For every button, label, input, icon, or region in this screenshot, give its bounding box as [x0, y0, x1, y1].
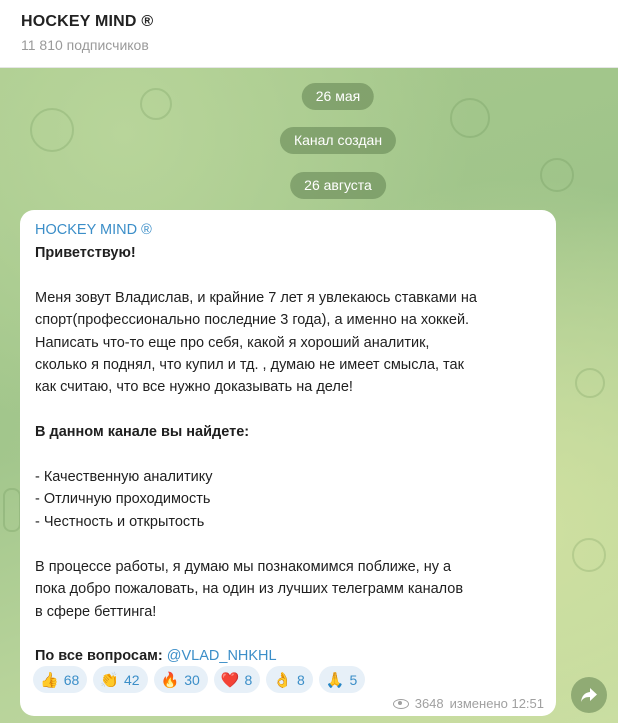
share-arrow-icon	[581, 688, 597, 702]
post-section-title: В данном канале вы найдете:	[35, 424, 250, 441]
post-list-item: - Честность и открытость	[35, 513, 205, 530]
ok-hand-icon: 👌	[273, 671, 292, 689]
clap-icon: 👏	[100, 671, 119, 689]
post-list-item: - Качественную аналитику	[35, 469, 213, 486]
post-greeting: Приветствую!	[35, 245, 136, 261]
post-spacer	[35, 264, 541, 286]
post-meta: 3648 изменено 12:51	[392, 696, 544, 711]
reaction-count: 68	[63, 671, 80, 688]
channel-created-pill: Канал создан	[279, 127, 397, 154]
post-text-line: Написать что-то еще про себя, какой я хо…	[35, 334, 430, 351]
post-text-line: спорт(профессионально последние 3 года),…	[35, 312, 470, 329]
post-text-line: В процессе работы, я думаю мы познакомим…	[35, 558, 452, 575]
share-button[interactable]	[571, 677, 607, 713]
channel-post-bubble[interactable]: HOCKEY MIND ® Приветствую! Меня зовут Вл…	[20, 210, 556, 716]
background-doodle	[30, 108, 74, 152]
post-sender[interactable]: HOCKEY MIND ®	[35, 222, 541, 238]
reaction-count: 30	[184, 671, 200, 688]
view-count: 3648	[414, 696, 444, 711]
channel-title[interactable]: HOCKEY MIND ®	[21, 13, 153, 31]
thumbs-up-icon: 👍	[40, 671, 59, 689]
heart-icon: ❤️	[220, 671, 240, 689]
post-spacer	[35, 533, 541, 555]
reaction-fire[interactable]: 🔥 30	[153, 666, 208, 693]
channel-header[interactable]: HOCKEY MIND ® 11 810 подписчиков	[0, 0, 618, 68]
reaction-clap[interactable]: 👏 42	[93, 666, 148, 693]
date-pill: 26 августа	[290, 172, 386, 199]
reactions-bar: 👍 68 👏 42 🔥 30 ❤️ 8 👌 8 🙏 5	[33, 666, 366, 693]
reaction-count: 42	[123, 671, 140, 688]
reaction-count: 5	[349, 671, 358, 688]
pray-icon: 🙏	[325, 671, 345, 689]
background-doodle	[540, 158, 574, 192]
fire-icon: 🔥	[160, 671, 180, 689]
post-contact-line: По все вопросам: @VLAD_NHKHL	[35, 645, 541, 667]
reaction-ok-hand[interactable]: 👌 8	[266, 666, 313, 693]
reaction-thumbs-up[interactable]: 👍 68	[33, 666, 88, 693]
background-doodle	[575, 368, 605, 398]
background-doodle	[572, 538, 606, 572]
post-spacer	[35, 399, 541, 421]
reaction-heart[interactable]: ❤️ 8	[213, 666, 261, 693]
post-text-line: сколько я поднял, что купил и тд. , дума…	[35, 357, 464, 374]
views-eye-icon	[392, 698, 409, 709]
contact-label: По все вопросам:	[35, 648, 163, 665]
post-text-line: в сфере беттинга!	[35, 603, 157, 620]
contact-mention-link[interactable]: @VLAD_NHKHL	[167, 648, 277, 664]
edited-time: изменено 12:51	[449, 696, 544, 711]
subscriber-count: 11 810 подписчиков	[21, 37, 149, 53]
date-pill: 26 мая	[301, 83, 375, 110]
reaction-count: 8	[244, 671, 253, 688]
post-text-line: как считаю, что все нужно доказывать на …	[35, 379, 353, 396]
reaction-pray[interactable]: 🙏 5	[318, 666, 366, 693]
post-text-line: Меня зовут Владислав, и крайние 7 лет я …	[35, 289, 477, 306]
post-text-line: пока добро пожаловать, на один из лучших…	[35, 581, 464, 598]
reaction-count: 8	[296, 671, 305, 688]
post-spacer	[35, 623, 541, 645]
post-list-item: - Отличную проходимость	[35, 491, 211, 508]
background-doodle	[3, 488, 21, 532]
post-spacer	[35, 444, 541, 466]
background-doodle	[140, 88, 172, 120]
background-doodle	[450, 98, 490, 138]
